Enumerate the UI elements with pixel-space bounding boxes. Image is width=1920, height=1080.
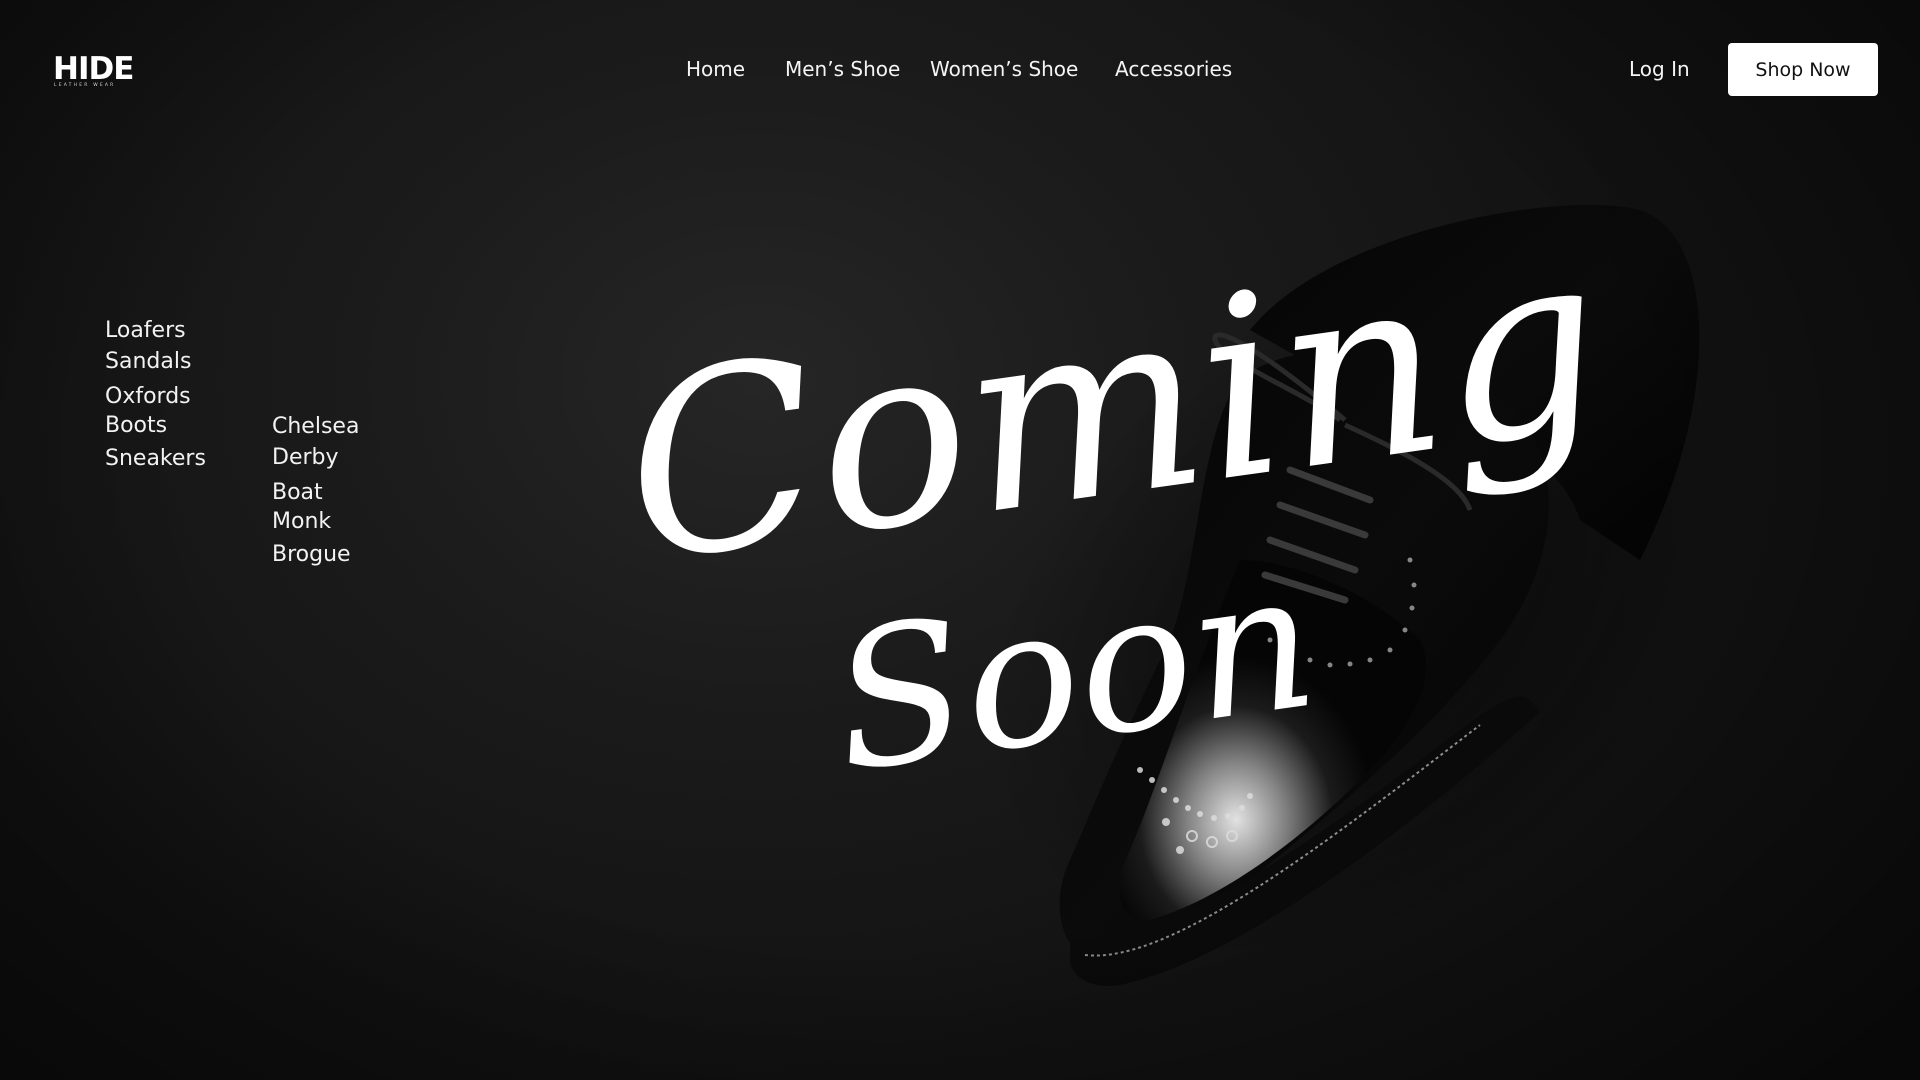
category-sneakers[interactable]: Sneakers <box>105 446 206 472</box>
category-boots[interactable]: Boots <box>105 413 167 439</box>
nav-mens-shoe[interactable]: Men’s Shoe <box>785 56 900 82</box>
nav-home[interactable]: Home <box>686 56 745 82</box>
category-oxfords[interactable]: Oxfords <box>105 384 191 410</box>
brand-name: HIDE <box>53 51 134 87</box>
nav-accessories[interactable]: Accessories <box>1115 56 1232 82</box>
category-brogue[interactable]: Brogue <box>272 542 351 568</box>
category-chelsea[interactable]: Chelsea <box>272 414 359 440</box>
category-derby[interactable]: Derby <box>272 445 339 471</box>
category-sandals[interactable]: Sandals <box>105 349 191 375</box>
shop-now-button[interactable]: Shop Now <box>1728 43 1878 96</box>
brand-logo[interactable]: HIDE LEATHER WEAR <box>53 51 134 88</box>
coming-soon-page: Coming Soon HIDE LEATHER WEAR Home Men’s… <box>0 0 1920 1080</box>
login-link[interactable]: Log In <box>1629 56 1690 82</box>
category-loafers[interactable]: Loafers <box>105 318 186 344</box>
nav-womens-shoe[interactable]: Women’s Shoe <box>930 56 1078 82</box>
category-monk[interactable]: Monk <box>272 509 331 535</box>
brand-tagline: LEATHER WEAR <box>54 83 116 88</box>
hero-art: Coming Soon <box>608 194 1736 986</box>
category-boat[interactable]: Boat <box>272 480 323 506</box>
